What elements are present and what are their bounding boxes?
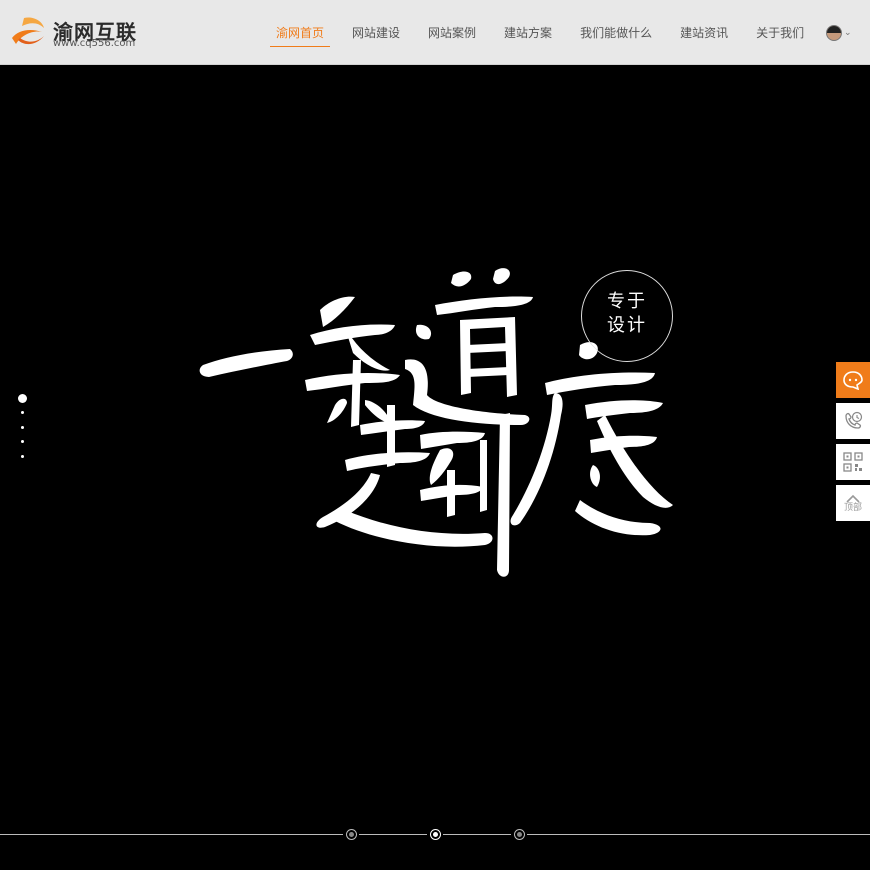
chevron-down-icon: ⌄ (844, 28, 852, 38)
nav-item-about[interactable]: 关于我们 (742, 0, 818, 65)
section-dot[interactable] (21, 411, 24, 414)
chevron-up-icon (846, 494, 860, 503)
qr-code-icon (843, 452, 863, 472)
section-dot[interactable] (21, 455, 24, 458)
slider-dot-active[interactable] (430, 829, 441, 840)
section-pagination (18, 394, 28, 484)
seal-line-1: 专于 (607, 291, 647, 312)
qr-code-button[interactable] (836, 444, 870, 480)
seal-line-2: 设计 (607, 315, 647, 336)
section-dot[interactable] (21, 440, 24, 443)
site-logo[interactable]: 渝网互联 www.cq556.com (8, 8, 158, 56)
logo-flame-icon (12, 17, 44, 45)
avatar (826, 25, 842, 41)
nav-item-web-build[interactable]: 网站建设 (338, 0, 414, 65)
site-header: 渝网互联 www.cq556.com 渝网首页 网站建设 网站案例 建站方案 我… (0, 0, 870, 65)
nav-item-home[interactable]: 渝网首页 (262, 0, 338, 65)
back-to-top-label: 顶部 (843, 502, 862, 513)
back-to-top-button[interactable]: 顶部 (836, 485, 870, 521)
nav-item-services[interactable]: 我们能做什么 (566, 0, 666, 65)
nav-item-solutions[interactable]: 建站方案 (490, 0, 566, 65)
main-nav: 渝网首页 网站建设 网站案例 建站方案 我们能做什么 建站资讯 关于我们 (262, 0, 818, 65)
slider-dot[interactable] (514, 829, 525, 840)
section-dot[interactable] (21, 426, 24, 429)
side-toolbar: 顶部 (836, 362, 870, 526)
chat-button[interactable] (836, 362, 870, 398)
slider-dot[interactable] (346, 829, 357, 840)
user-menu[interactable]: ⌄ (826, 22, 860, 44)
chat-icon (843, 371, 863, 390)
seal-text: 专于 设计 (600, 290, 654, 338)
nav-item-news[interactable]: 建站资讯 (666, 0, 742, 65)
nav-item-cases[interactable]: 网站案例 (414, 0, 490, 65)
phone-button[interactable] (836, 403, 870, 439)
section-dot[interactable] (18, 394, 27, 403)
brand-url: www.cq556.com (53, 38, 136, 49)
phone-clock-icon (845, 411, 863, 429)
